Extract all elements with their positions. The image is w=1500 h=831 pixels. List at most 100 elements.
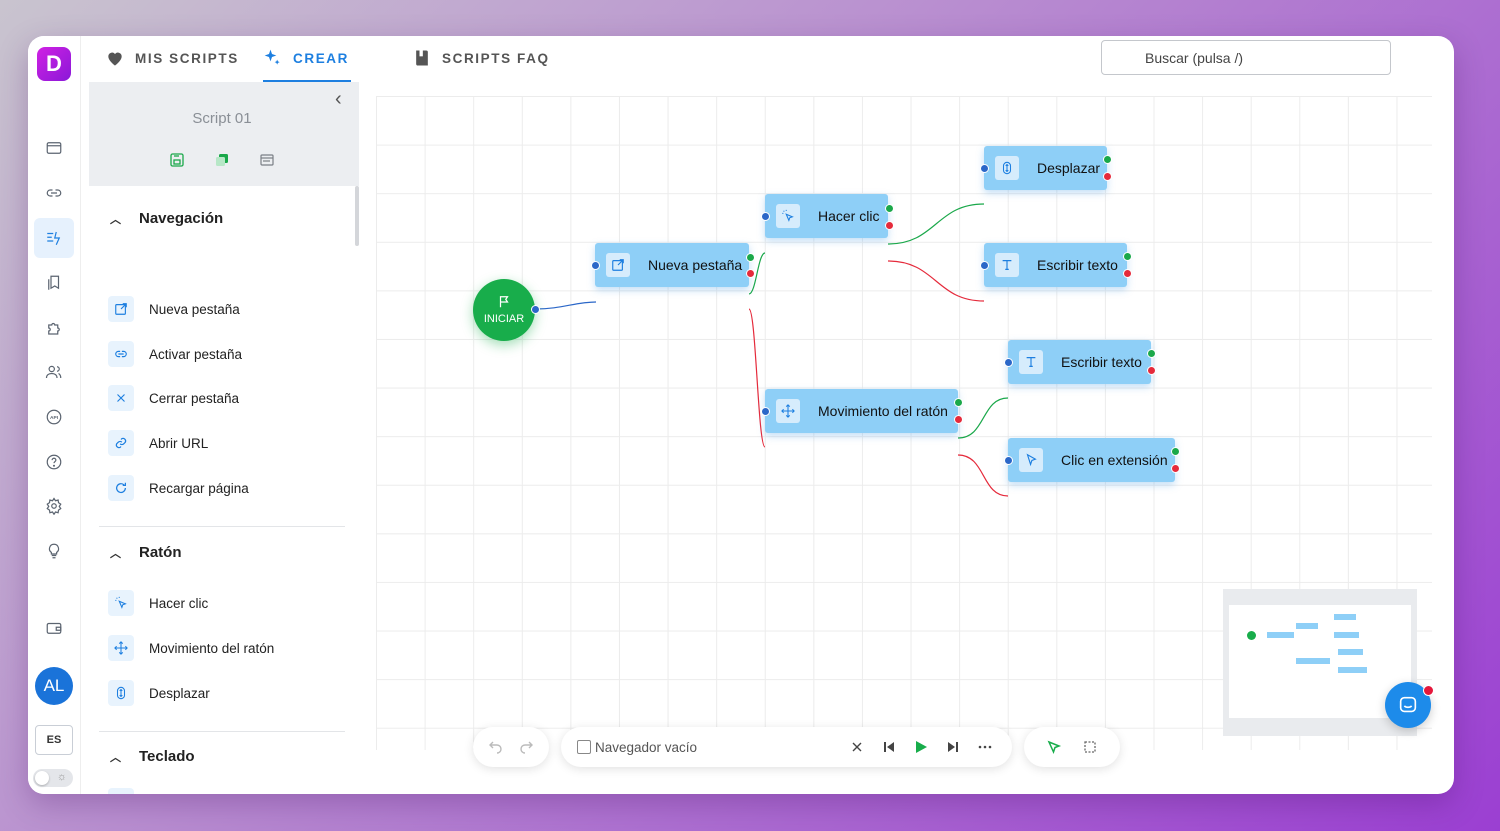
play-icon[interactable] xyxy=(908,734,934,760)
puzzle-icon[interactable] xyxy=(42,316,66,340)
success-port[interactable] xyxy=(1147,349,1156,358)
input-port[interactable] xyxy=(980,261,989,270)
input-port[interactable] xyxy=(761,407,770,416)
reload-icon xyxy=(108,475,134,501)
success-port[interactable] xyxy=(1171,447,1180,456)
click-icon xyxy=(108,590,134,616)
lightbulb-icon[interactable] xyxy=(42,539,66,563)
block-nueva-pestana[interactable]: Nueva pestaña xyxy=(108,296,240,322)
failure-port[interactable] xyxy=(1123,269,1132,278)
collapse-panel-button[interactable]: ‹ xyxy=(335,88,342,111)
cursor-icon xyxy=(1019,448,1043,472)
failure-port[interactable] xyxy=(885,221,894,230)
edge-movimiento-to-escribir xyxy=(957,397,1009,439)
tab-scripts-faq[interactable]: SCRIPTS FAQ xyxy=(412,36,550,80)
start-node[interactable]: INICIAR xyxy=(473,279,535,341)
script-builder-icon[interactable] xyxy=(34,218,74,258)
more-options-icon[interactable] xyxy=(972,734,998,760)
node-escribir-texto-2[interactable]: Escribir texto xyxy=(1008,340,1151,384)
area-select-icon[interactable] xyxy=(1077,734,1103,760)
toggle-knob xyxy=(35,771,49,785)
failure-port[interactable] xyxy=(954,415,963,424)
start-label: INICIAR xyxy=(483,313,525,325)
browser-selector[interactable]: Navegador vacío xyxy=(595,740,697,755)
success-port[interactable] xyxy=(1123,252,1132,261)
block-movimiento-raton[interactable]: Movimiento del ratón xyxy=(108,635,274,661)
api-icon[interactable]: API xyxy=(42,405,66,429)
notes-icon[interactable] xyxy=(257,150,277,170)
step-forward-icon[interactable] xyxy=(940,734,966,760)
block-recargar-pagina[interactable]: Recargar página xyxy=(108,475,249,501)
link-icon[interactable] xyxy=(42,181,66,205)
success-port[interactable] xyxy=(1103,155,1112,164)
section-raton[interactable]: ︿ Ratón xyxy=(110,544,182,561)
failure-port[interactable] xyxy=(1147,366,1156,375)
save-icon[interactable] xyxy=(167,150,187,170)
block-cerrar-pestana[interactable]: Cerrar pestaña xyxy=(108,385,239,411)
browser-window-icon[interactable] xyxy=(42,136,66,160)
tab-mis-scripts[interactable]: MIS SCRIPTS xyxy=(105,36,239,80)
node-label: Escribir texto xyxy=(1037,257,1118,273)
node-nueva-pestana[interactable]: Nueva pestaña xyxy=(595,243,749,287)
app-logo[interactable]: D xyxy=(37,47,71,81)
redo-icon[interactable] xyxy=(513,734,539,760)
input-port[interactable] xyxy=(980,164,989,173)
block-activar-pestana[interactable]: Activar pestaña xyxy=(108,341,242,367)
tab-label: MIS SCRIPTS xyxy=(135,50,239,66)
script-name[interactable]: Script 01 xyxy=(89,110,355,127)
input-port[interactable] xyxy=(761,212,770,221)
node-label: Movimiento del ratón xyxy=(818,403,948,419)
text-icon xyxy=(1019,350,1043,374)
section-navegacion[interactable]: ︿ Navegación xyxy=(110,210,223,227)
start-output-port[interactable] xyxy=(531,305,540,314)
flag-icon xyxy=(499,296,509,308)
node-escribir-texto[interactable]: Escribir texto xyxy=(984,243,1127,287)
block-abrir-url[interactable]: Abrir URL xyxy=(108,430,208,456)
block-hacer-clic[interactable]: Hacer clic xyxy=(108,590,208,616)
block-desplazar[interactable]: Desplazar xyxy=(108,680,210,706)
sun-icon: ☼ xyxy=(56,771,67,783)
help-icon[interactable] xyxy=(42,450,66,474)
section-title: Ratón xyxy=(139,544,182,561)
users-icon[interactable] xyxy=(42,360,66,384)
edge-start-to-nueva-pestana xyxy=(535,301,597,310)
wallet-icon[interactable] xyxy=(42,616,66,640)
failure-port[interactable] xyxy=(1103,172,1112,181)
minimap-node xyxy=(1338,667,1367,673)
edge-hacer-clic-to-desplazar xyxy=(887,203,985,245)
node-movimiento-raton[interactable]: Movimiento del ratón xyxy=(765,389,958,433)
duplicate-icon[interactable] xyxy=(212,150,232,170)
avatar[interactable]: AL xyxy=(35,667,73,705)
failure-port[interactable] xyxy=(1171,464,1180,473)
settings-icon[interactable] xyxy=(42,494,66,518)
language-selector[interactable]: ES xyxy=(35,725,73,755)
bookmarks-icon[interactable] xyxy=(42,271,66,295)
text-icon xyxy=(995,253,1019,277)
pointer-select-icon[interactable] xyxy=(1041,734,1067,760)
success-port[interactable] xyxy=(885,204,894,213)
close-icon[interactable] xyxy=(844,734,870,760)
panel-scrollbar[interactable] xyxy=(355,186,359,246)
chevron-up-icon: ︿ xyxy=(110,213,121,226)
node-hacer-clic[interactable]: Hacer clic xyxy=(765,194,888,238)
input-port[interactable] xyxy=(1004,456,1013,465)
tab-crear[interactable]: CREAR xyxy=(263,36,352,82)
tab-label: SCRIPTS FAQ xyxy=(442,50,550,66)
input-port[interactable] xyxy=(1004,358,1013,367)
failure-port[interactable] xyxy=(746,269,755,278)
node-clic-extension[interactable]: Clic en extensión xyxy=(1008,438,1175,482)
tab-label: CREAR xyxy=(293,50,350,66)
input-port[interactable] xyxy=(591,261,600,270)
success-port[interactable] xyxy=(746,253,755,262)
close-icon xyxy=(108,385,134,411)
theme-toggle[interactable]: ☼ xyxy=(33,769,73,787)
block-teclado-partial[interactable] xyxy=(108,788,134,794)
node-desplazar[interactable]: Desplazar xyxy=(984,146,1107,190)
undo-icon[interactable] xyxy=(483,734,509,760)
search-input[interactable]: Buscar (pulsa /) xyxy=(1101,40,1391,75)
section-teclado[interactable]: ︿ Teclado xyxy=(110,748,195,765)
skip-back-icon[interactable] xyxy=(876,734,902,760)
chain-link-icon xyxy=(108,430,134,456)
success-port[interactable] xyxy=(954,398,963,407)
left-rail: D API AL ES ☼ xyxy=(28,36,81,794)
